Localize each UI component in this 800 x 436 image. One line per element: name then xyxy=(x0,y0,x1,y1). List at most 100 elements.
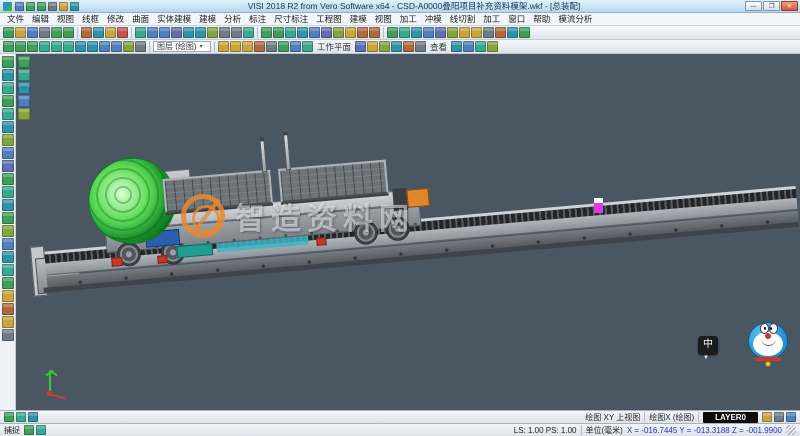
dynamic-zoom[interactable] xyxy=(475,41,486,52)
text-note[interactable] xyxy=(483,27,494,38)
hidden-line-view[interactable] xyxy=(231,27,242,38)
select[interactable] xyxy=(135,27,146,38)
minimize-button[interactable]: — xyxy=(745,1,762,11)
layer-manager[interactable] xyxy=(519,27,530,38)
arc-tool[interactable] xyxy=(2,108,14,120)
menu-item[interactable]: 窗口 xyxy=(504,13,529,26)
assembly-tree[interactable] xyxy=(18,56,30,68)
qat-new[interactable] xyxy=(59,2,68,11)
resize-grip[interactable] xyxy=(786,425,796,435)
extend[interactable] xyxy=(369,27,380,38)
view-iso[interactable] xyxy=(39,41,50,52)
qat-undo[interactable] xyxy=(26,2,35,11)
view-right[interactable] xyxy=(87,41,98,52)
pick-filter[interactable] xyxy=(36,425,46,435)
qat-print[interactable] xyxy=(48,2,57,11)
circle[interactable] xyxy=(297,27,308,38)
perspective-view[interactable] xyxy=(243,27,254,38)
menu-item[interactable]: 线切割 xyxy=(446,13,480,26)
print[interactable] xyxy=(39,27,50,38)
clip-plane[interactable] xyxy=(403,41,414,52)
maximize-button[interactable]: ❐ xyxy=(763,1,780,11)
view-front[interactable] xyxy=(15,41,26,52)
info[interactable] xyxy=(786,412,796,422)
redo[interactable] xyxy=(63,27,74,38)
trim[interactable] xyxy=(357,27,368,38)
workplane-xy[interactable] xyxy=(218,41,229,52)
surface-tool[interactable] xyxy=(2,147,14,159)
notes-panel[interactable] xyxy=(18,108,30,120)
workplane-custom[interactable] xyxy=(254,41,265,52)
qat-help[interactable] xyxy=(70,2,79,11)
material-view[interactable] xyxy=(379,41,390,52)
menu-item[interactable]: 视图 xyxy=(53,13,78,26)
pattern-tool[interactable] xyxy=(2,264,14,276)
settings-tool[interactable] xyxy=(2,329,14,341)
view-side[interactable] xyxy=(27,41,38,52)
rectangle[interactable] xyxy=(309,27,320,38)
zoom-previous[interactable] xyxy=(171,27,182,38)
measure-tool[interactable] xyxy=(2,290,14,302)
boolean-tool[interactable] xyxy=(2,238,14,250)
curve-tool[interactable] xyxy=(2,134,14,146)
view-top[interactable] xyxy=(3,41,14,52)
workplane-xz[interactable] xyxy=(230,41,241,52)
fillet[interactable] xyxy=(387,27,398,38)
sketch-tool[interactable] xyxy=(2,173,14,185)
view-back[interactable] xyxy=(51,41,62,52)
zoom-window[interactable] xyxy=(147,27,158,38)
menu-item[interactable]: 帮助 xyxy=(529,13,554,26)
view-left[interactable] xyxy=(75,41,86,52)
cad-viewport[interactable]: 智造资料网 中 ▼ xyxy=(16,54,800,410)
menu-item[interactable]: 文件 xyxy=(3,13,28,26)
workplane-yz[interactable] xyxy=(242,41,253,52)
wireframe-view[interactable] xyxy=(219,27,230,38)
menu-item[interactable]: 工程图 xyxy=(312,13,346,26)
analysis-tool[interactable] xyxy=(2,303,14,315)
view-bottom[interactable] xyxy=(63,41,74,52)
construction-plane-label[interactable]: 绘图X (绘图) xyxy=(649,412,694,423)
menu-item[interactable]: 编辑 xyxy=(28,13,53,26)
dynamic-rotate[interactable] xyxy=(451,41,462,52)
snap-midpoint[interactable] xyxy=(28,412,38,422)
menu-item[interactable]: 建模 xyxy=(195,13,220,26)
properties-panel[interactable] xyxy=(18,95,30,107)
spline[interactable] xyxy=(333,27,344,38)
ortho-toggle[interactable] xyxy=(290,41,301,52)
pan-view[interactable] xyxy=(183,27,194,38)
menu-item[interactable]: 建模 xyxy=(346,13,371,26)
fillet-tool[interactable] xyxy=(2,212,14,224)
revolve-tool[interactable] xyxy=(2,199,14,211)
rotate[interactable] xyxy=(435,27,446,38)
dimension[interactable] xyxy=(471,27,482,38)
menu-item[interactable]: 曲面 xyxy=(128,13,153,26)
scale[interactable] xyxy=(447,27,458,38)
menu-item[interactable]: 修改 xyxy=(103,13,128,26)
paste[interactable] xyxy=(105,27,116,38)
menu-item[interactable]: 线框 xyxy=(78,13,103,26)
menu-item[interactable]: 尺寸标注 xyxy=(270,13,312,26)
menu-item[interactable]: 加工 xyxy=(396,13,421,26)
layer-dropdown[interactable]: 图层 (绘图) ▾ xyxy=(153,41,211,52)
full-screen[interactable] xyxy=(135,41,146,52)
close-button[interactable]: ✕ xyxy=(781,1,798,11)
ime-language-chip[interactable]: 中 xyxy=(698,336,718,355)
snap-grid[interactable] xyxy=(4,412,14,422)
open-file[interactable] xyxy=(15,27,26,38)
line-tool[interactable] xyxy=(2,95,14,107)
offset[interactable] xyxy=(345,27,356,38)
layers-panel[interactable] xyxy=(2,69,14,81)
view-lock[interactable] xyxy=(774,412,784,422)
extrude-tool[interactable] xyxy=(2,186,14,198)
polygon[interactable] xyxy=(321,27,332,38)
zoom-in[interactable] xyxy=(99,41,110,52)
workplane[interactable] xyxy=(507,27,518,38)
mirror[interactable] xyxy=(411,27,422,38)
move[interactable] xyxy=(423,27,434,38)
copy[interactable] xyxy=(93,27,104,38)
selection-filter[interactable] xyxy=(2,56,14,68)
rotate-view[interactable] xyxy=(195,27,206,38)
grid-toggle[interactable] xyxy=(266,41,277,52)
active-view-label[interactable]: 绘图 XY 上视图 xyxy=(585,412,640,423)
move-tool[interactable] xyxy=(2,277,14,289)
